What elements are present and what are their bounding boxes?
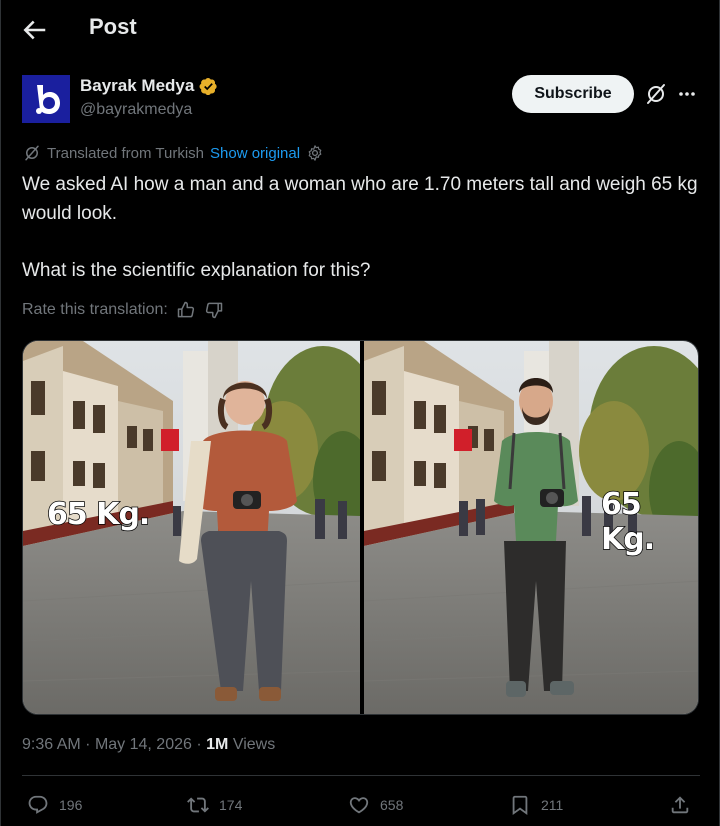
image-man[interactable]: 65 Kg. xyxy=(363,341,698,714)
divider xyxy=(22,775,700,776)
meta-separator: · xyxy=(196,736,202,753)
settings-gear-icon[interactable] xyxy=(306,144,324,162)
repost-button[interactable]: 174 xyxy=(187,794,242,816)
bookmark-button[interactable]: 211 xyxy=(509,794,563,816)
bookmark-icon xyxy=(512,795,528,816)
rate-translation: Rate this translation: xyxy=(22,300,224,320)
post-paragraph: We asked AI how a man and a woman who ar… xyxy=(22,174,703,224)
share-button[interactable] xyxy=(669,794,691,816)
author-name[interactable]: Bayrak Medya xyxy=(80,76,218,96)
avatar[interactable] xyxy=(22,75,70,123)
show-original-link[interactable]: Show original xyxy=(210,145,300,162)
reply-count: 196 xyxy=(59,797,83,813)
post-media[interactable]: 65 Kg. 65 Kg. xyxy=(22,340,699,715)
heart-icon xyxy=(349,797,369,814)
repost-icon xyxy=(187,797,209,813)
views-label: Views xyxy=(232,736,276,753)
verified-badge-icon xyxy=(199,77,217,95)
weight-label-left: 65 Kg. xyxy=(46,496,151,533)
subscribe-button[interactable]: Subscribe xyxy=(512,75,634,113)
bookmark-count: 211 xyxy=(541,797,564,813)
post-paragraph: What is the scientific explanation for t… xyxy=(22,260,371,281)
weight-label-right: 65 Kg. xyxy=(600,486,656,558)
author-handle[interactable]: @bayrakmedya xyxy=(80,101,192,119)
post-view: Post Bayrak Medya @bayrakmedya Subscribe… xyxy=(0,0,720,826)
views-count: 1M xyxy=(206,736,229,753)
share-icon xyxy=(671,796,689,814)
translated-from-label: Translated from Turkish xyxy=(47,144,204,162)
post-meta: 9:36 AM · May 14, 2026 · 1M Views xyxy=(22,736,275,754)
image-woman[interactable]: 65 Kg. xyxy=(23,341,383,714)
header: Post xyxy=(1,0,720,58)
author-name-text: Bayrak Medya xyxy=(80,76,195,95)
thumbs-up-icon[interactable] xyxy=(176,300,196,320)
thumbs-down-icon[interactable] xyxy=(204,300,224,320)
meta-separator: · xyxy=(85,736,91,753)
back-arrow-icon[interactable] xyxy=(19,15,49,45)
action-bar: 196 174 658 211 xyxy=(1,790,720,824)
more-options-icon[interactable] xyxy=(677,84,697,104)
like-count: 658 xyxy=(380,797,404,813)
grok-icon[interactable] xyxy=(644,82,668,106)
rate-translation-label: Rate this translation: xyxy=(22,301,168,318)
translation-note: Translated from Turkish Show original xyxy=(23,144,324,162)
reply-icon xyxy=(28,795,48,814)
repost-count: 174 xyxy=(219,797,243,813)
like-button[interactable]: 658 xyxy=(348,794,403,816)
post-date[interactable]: May 14, 2026 xyxy=(95,736,192,753)
translate-icon xyxy=(25,145,39,161)
reply-button[interactable]: 196 xyxy=(27,794,82,816)
page-title: Post xyxy=(89,14,137,39)
post-time[interactable]: 9:36 AM xyxy=(22,736,81,753)
post-text: We asked AI how a man and a woman who ar… xyxy=(22,170,702,285)
